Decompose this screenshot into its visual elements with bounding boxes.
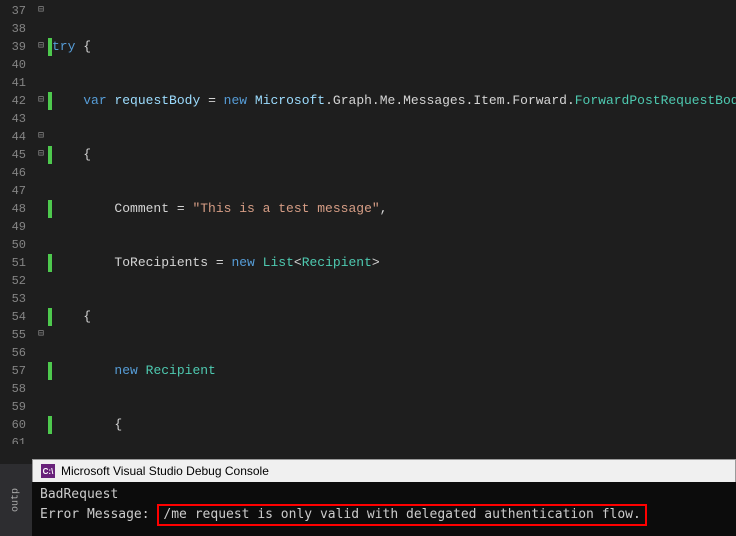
console-title-bar[interactable]: C:\ Microsoft Visual Studio Debug Consol… (32, 459, 736, 482)
debug-console: C:\ Microsoft Visual Studio Debug Consol… (0, 459, 736, 536)
vs-icon: C:\ (41, 464, 55, 478)
console-output[interactable]: BadRequest Error Message: /me request is… (32, 482, 736, 536)
code-editor[interactable]: 37383940 41424344 45464748 49505152 5354… (0, 0, 736, 444)
console-line: BadRequest (40, 486, 728, 504)
console-line: Error Message: /me request is only valid… (40, 504, 728, 526)
console-title-text: Microsoft Visual Studio Debug Console (61, 464, 269, 478)
code-area[interactable]: try { var requestBody = new Microsoft.Gr… (48, 0, 736, 444)
line-number-gutter: 37383940 41424344 45464748 49505152 5354… (0, 0, 34, 444)
fold-column[interactable]: ⊟⊟ ⊟⊟ ⊟ ⊟ (34, 0, 48, 444)
side-tab-output[interactable]: outp (0, 464, 32, 536)
error-highlight: /me request is only valid with delegated… (157, 504, 646, 526)
